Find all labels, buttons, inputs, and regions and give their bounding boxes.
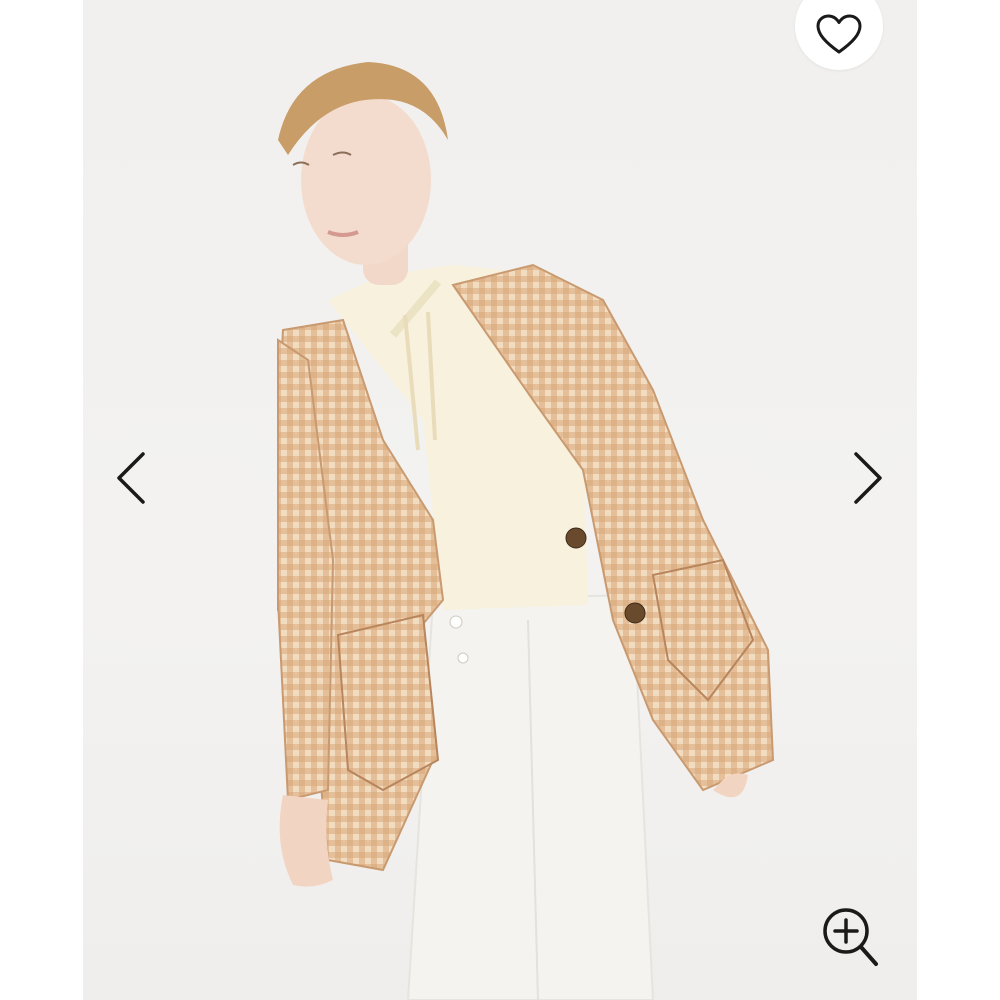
next-image-button[interactable]: [848, 448, 888, 508]
chevron-right-icon: [854, 452, 882, 504]
product-photo[interactable]: [83, 0, 917, 1000]
chevron-left-icon: [117, 452, 145, 504]
zoom-button[interactable]: [818, 902, 882, 972]
heart-icon: [816, 14, 862, 54]
product-image-viewer: [0, 0, 1000, 1000]
model-illustration: [277, 62, 775, 1000]
previous-image-button[interactable]: [111, 448, 151, 508]
zoom-in-icon: [823, 908, 878, 966]
